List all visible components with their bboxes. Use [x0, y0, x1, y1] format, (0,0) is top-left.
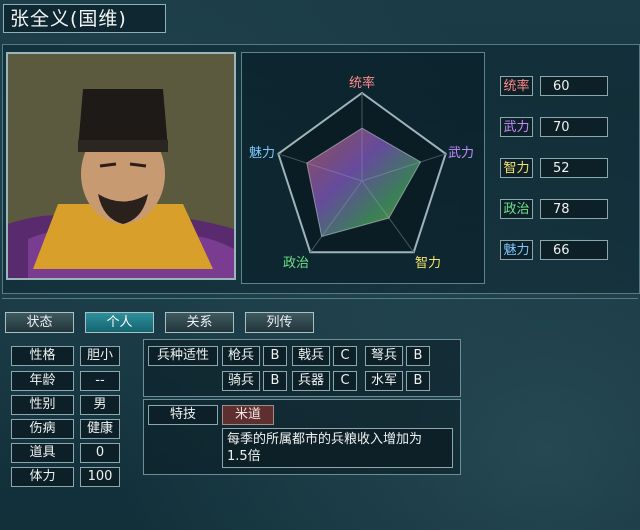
- aptitude-value-navy: B: [406, 371, 430, 391]
- radar-label-command: 统率: [349, 75, 375, 91]
- aptitude-value-siege: C: [333, 371, 357, 391]
- radar-label-intel: 智力: [415, 256, 441, 271]
- aptitude-label-navy: 水军: [365, 371, 403, 391]
- tab-biography[interactable]: 列传: [245, 312, 314, 333]
- special-skill-name[interactable]: 米道: [222, 405, 274, 425]
- radar-label-charm: 魅力: [249, 146, 275, 161]
- stat-value: 52: [540, 158, 608, 178]
- aptitude-label-cavalry: 骑兵: [222, 371, 260, 391]
- attribute-radar-chart: 统率 武力 智力 政治 魅力: [241, 52, 485, 284]
- special-skill-description: 每季的所属都市的兵粮收入增加为 1.5倍: [222, 428, 453, 468]
- info-label-personality: 性格: [11, 346, 74, 366]
- aptitude-value-halberd: C: [333, 346, 357, 366]
- special-skill-title: 特技: [148, 405, 218, 425]
- info-value-injury: 健康: [80, 419, 120, 439]
- info-value-gender: 男: [80, 395, 120, 415]
- info-value-personality: 胆小: [80, 346, 120, 366]
- stat-value: 78: [540, 199, 608, 219]
- stat-label: 政治: [500, 199, 533, 219]
- tab-personal[interactable]: 个人: [85, 312, 154, 333]
- stat-label: 武力: [500, 117, 533, 137]
- character-portrait: [6, 52, 236, 280]
- aptitude-label-halberd: 戟兵: [292, 346, 330, 366]
- info-label-gender: 性别: [11, 395, 74, 415]
- tab-status[interactable]: 状态: [5, 312, 74, 333]
- stat-label: 魅力: [500, 240, 533, 260]
- aptitude-label-crossbow: 弩兵: [365, 346, 403, 366]
- radar-svg: 统率 武力 智力 政治 魅力: [249, 75, 474, 271]
- info-value-stamina: 100: [80, 467, 120, 487]
- character-name: 张全义(国维): [3, 4, 166, 33]
- info-label-items: 道具: [11, 443, 74, 463]
- stat-label: 统率: [500, 76, 533, 96]
- aptitude-label-spear: 枪兵: [222, 346, 260, 366]
- info-label-age: 年龄: [11, 371, 74, 391]
- aptitude-value-crossbow: B: [406, 346, 430, 366]
- aptitude-value-cavalry: B: [263, 371, 287, 391]
- radar-label-politics: 政治: [283, 256, 309, 271]
- stat-value: 66: [540, 240, 608, 260]
- info-value-items: 0: [80, 443, 120, 463]
- info-label-injury: 伤病: [11, 419, 74, 439]
- tab-relations[interactable]: 关系: [165, 312, 234, 333]
- radar-label-war: 武力: [448, 146, 474, 161]
- stat-value: 60: [540, 76, 608, 96]
- info-value-age: --: [80, 371, 120, 391]
- stat-label: 智力: [500, 158, 533, 178]
- aptitude-value-spear: B: [263, 346, 287, 366]
- stat-value: 70: [540, 117, 608, 137]
- description-line-1: 每季的所属都市的兵粮收入增加为: [227, 432, 423, 447]
- aptitude-label-siege: 兵器: [292, 371, 330, 391]
- info-label-stamina: 体力: [11, 467, 74, 487]
- portrait-image: [8, 54, 234, 278]
- aptitude-title: 兵种适性: [148, 346, 218, 366]
- description-line-2: 1.5倍: [227, 449, 261, 464]
